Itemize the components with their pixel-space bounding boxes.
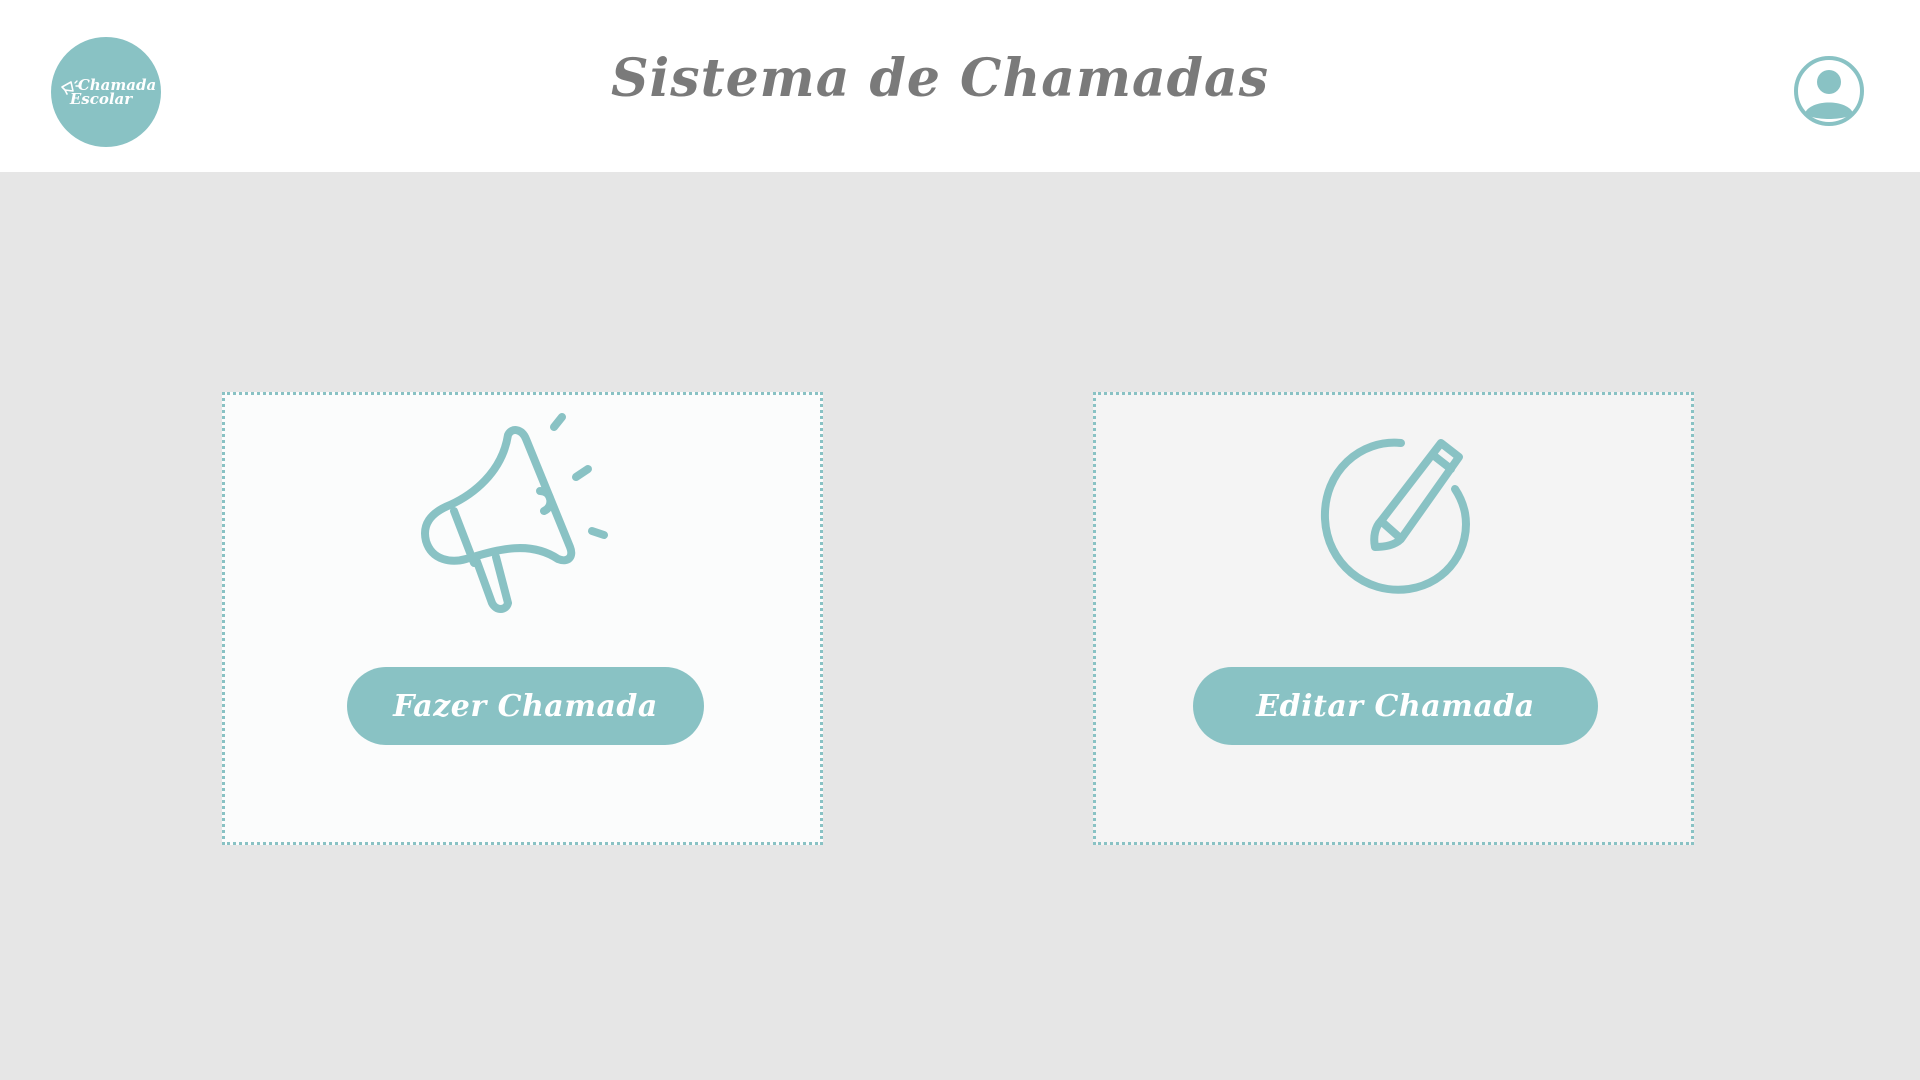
edit-pencil-icon <box>1320 438 1470 594</box>
editar-chamada-button[interactable]: Editar Chamada <box>1193 667 1598 745</box>
fazer-chamada-button[interactable]: Fazer Chamada <box>347 667 704 745</box>
fazer-chamada-card[interactable]: Fazer Chamada <box>222 392 823 845</box>
top-header: Chamada Escolar Sistema de Chamadas <box>0 0 1920 172</box>
megaphone-icon <box>420 413 608 613</box>
editar-chamada-card[interactable]: Editar Chamada <box>1093 392 1694 845</box>
page-title: Sistema de Chamadas <box>611 48 1269 109</box>
user-avatar-icon[interactable] <box>1793 55 1865 127</box>
